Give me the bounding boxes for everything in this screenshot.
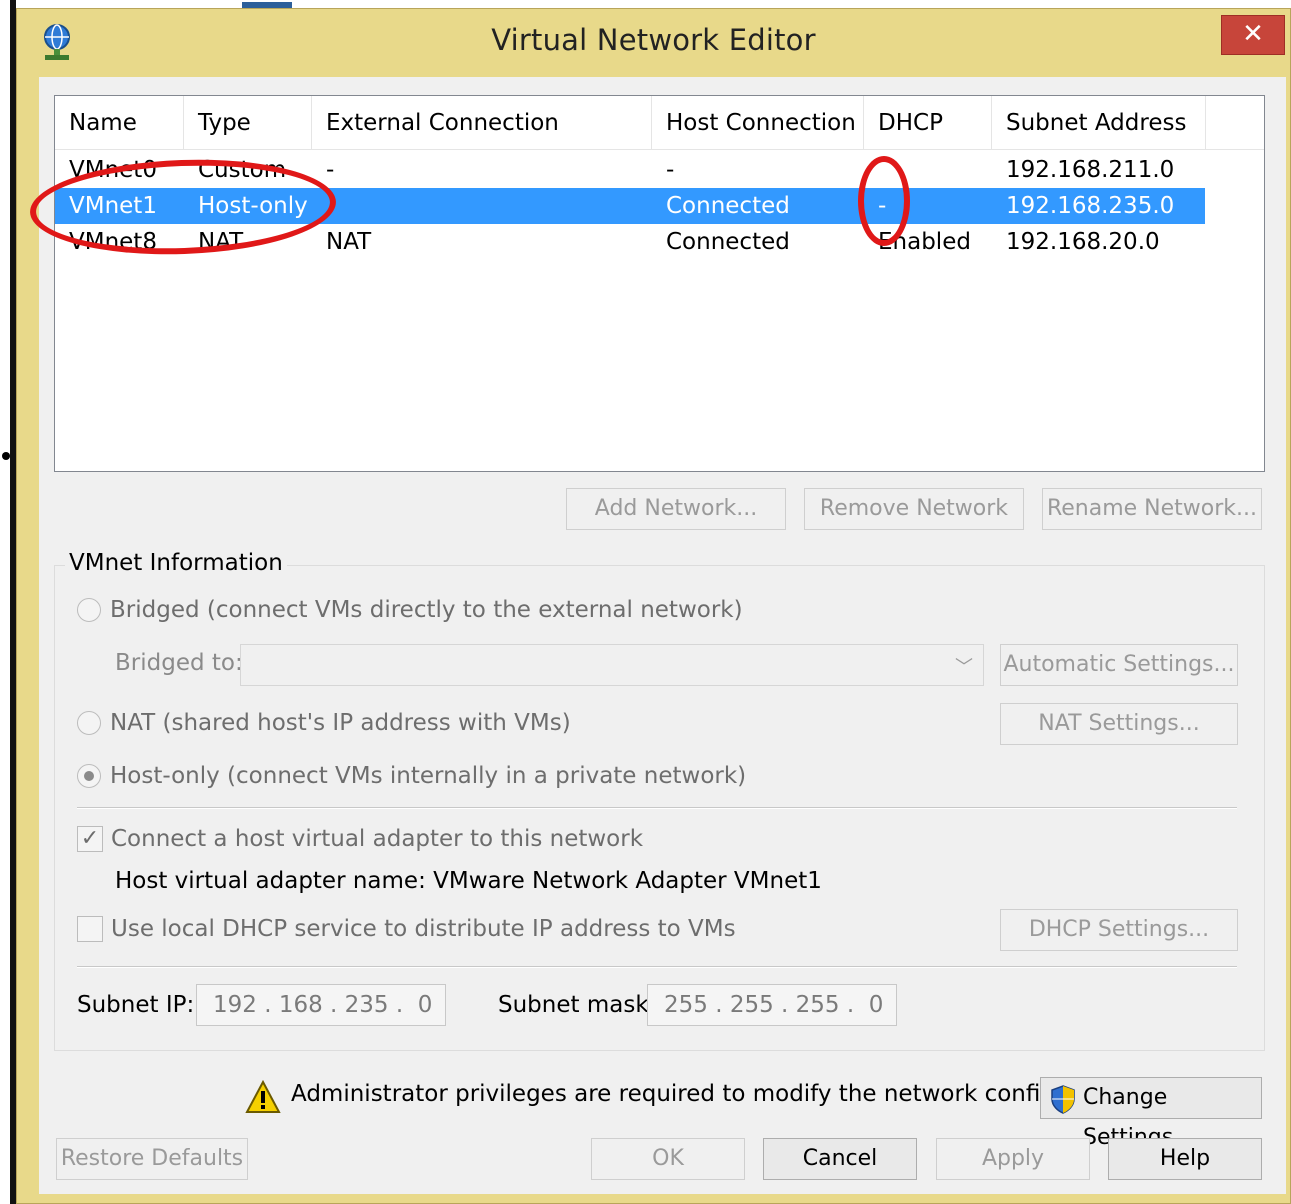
column-header-subnet-address[interactable]: Subnet Address (992, 96, 1206, 150)
separator (77, 807, 1237, 809)
dhcp-settings-button[interactable]: DHCP Settings... (1000, 909, 1238, 951)
cell-subnet: 192.168.211.0 (1006, 157, 1175, 183)
host-adapter-name: Host virtual adapter name: VMware Networ… (115, 868, 822, 894)
separator (77, 966, 1237, 968)
bridged-radio[interactable]: Bridged (connect VMs directly to the ext… (77, 593, 777, 627)
cell-name: VMnet1 (69, 193, 157, 219)
cell-dhcp: Enabled (878, 229, 971, 255)
host-only-radio-label: Host-only (connect VMs internally in a p… (110, 763, 747, 789)
help-button[interactable]: Help (1108, 1138, 1262, 1180)
cell-type: Host-only (198, 193, 308, 219)
bridged-to-dropdown[interactable]: ﹀ (240, 644, 984, 686)
change-settings-button[interactable]: Change Settings (1040, 1077, 1262, 1150)
warning-icon (245, 1080, 281, 1113)
use-dhcp-checkbox[interactable]: Use local DHCP service to distribute IP … (77, 912, 777, 946)
network-list-header: Name Type External Connection Host Conne… (55, 96, 1264, 150)
cell-external: NAT (326, 229, 372, 255)
automatic-settings-button[interactable]: Automatic Settings... (1000, 644, 1238, 686)
cancel-button[interactable]: Cancel (763, 1138, 917, 1180)
cell-type: Custom (198, 157, 287, 183)
titlebar[interactable]: Virtual Network Editor ✕ (17, 9, 1290, 73)
rename-network-button[interactable]: Rename Network... (1042, 488, 1262, 530)
dialog-client-area: Name Type External Connection Host Conne… (39, 77, 1286, 1194)
column-header-host-connection[interactable]: Host Connection (652, 96, 864, 150)
bridged-to-label: Bridged to: (115, 650, 243, 676)
chevron-down-icon: ﹀ (955, 657, 973, 678)
cell-name: VMnet0 (69, 157, 157, 183)
nat-settings-button[interactable]: NAT Settings... (1000, 703, 1238, 745)
vmnet-information-group: VMnet Information Bridged (connect VMs d… (54, 550, 1265, 1051)
bridged-radio-circle[interactable] (77, 598, 101, 622)
background-dot (2, 452, 10, 460)
cell-name: VMnet8 (69, 229, 157, 255)
cell-host: - (666, 157, 675, 183)
close-icon: ✕ (1242, 19, 1264, 49)
cell-host: Connected (666, 229, 790, 255)
cell-type: NAT (198, 229, 244, 255)
cell-host: Connected (666, 193, 790, 219)
cell-subnet: 192.168.235.0 (1006, 193, 1175, 219)
restore-defaults-button[interactable]: Restore Defaults (56, 1138, 248, 1180)
remove-network-button[interactable]: Remove Network (804, 488, 1024, 530)
network-list[interactable]: Name Type External Connection Host Conne… (54, 95, 1265, 472)
table-row-vmnet1[interactable]: VMnet1 Host-only Connected - 192.168.235… (55, 188, 1205, 224)
cell-dhcp (864, 152, 878, 188)
subnet-mask-label: Subnet mask: (498, 992, 657, 1018)
shield-icon (1051, 1085, 1075, 1114)
background-window-edge (0, 0, 16, 1204)
vmnet-information-legend: VMnet Information (65, 550, 287, 576)
subnet-ip-input[interactable]: 192 . 168 . 235 . 0 (196, 984, 446, 1026)
apply-button[interactable]: Apply (936, 1138, 1090, 1180)
column-header-dhcp[interactable]: DHCP (864, 96, 992, 150)
column-header-name[interactable]: Name (55, 96, 184, 150)
background-top-edge (16, 0, 1291, 8)
table-row-vmnet0[interactable]: VMnet0 Custom - - 192.168.211.0 (55, 152, 1205, 188)
connect-adapter-check[interactable]: ✓ (77, 826, 103, 852)
column-header-external-connection[interactable]: External Connection (312, 96, 652, 150)
cell-subnet: 192.168.20.0 (1006, 229, 1160, 255)
subnet-mask-input[interactable]: 255 . 255 . 255 . 0 (647, 984, 897, 1026)
window-title: Virtual Network Editor (491, 23, 816, 57)
host-only-radio[interactable]: Host-only (connect VMs internally in a p… (77, 759, 777, 793)
connect-adapter-label: Connect a host virtual adapter to this n… (111, 826, 644, 852)
column-header-type[interactable]: Type (184, 96, 312, 150)
connect-adapter-checkbox[interactable]: ✓ Connect a host virtual adapter to this… (77, 822, 777, 856)
nat-radio-label: NAT (shared host's IP address with VMs) (110, 710, 571, 736)
admin-warning-text: Administrator privileges are required to… (291, 1081, 1145, 1107)
cell-external (312, 188, 326, 224)
cell-dhcp: - (878, 193, 887, 219)
host-only-radio-circle[interactable] (77, 764, 101, 788)
ok-button[interactable]: OK (591, 1138, 745, 1180)
bridged-radio-label: Bridged (connect VMs directly to the ext… (110, 597, 743, 623)
nat-radio-circle[interactable] (77, 711, 101, 735)
subnet-ip-label: Subnet IP: (77, 992, 195, 1018)
close-button[interactable]: ✕ (1221, 15, 1285, 55)
virtual-network-editor-window: Virtual Network Editor ✕ Name Type Exter… (16, 8, 1291, 1204)
cell-external: - (326, 157, 335, 183)
use-dhcp-check[interactable] (77, 916, 103, 942)
use-dhcp-label: Use local DHCP service to distribute IP … (111, 916, 736, 942)
table-row-vmnet8[interactable]: VMnet8 NAT NAT Connected Enabled 192.168… (55, 224, 1205, 260)
nat-radio[interactable]: NAT (shared host's IP address with VMs) (77, 706, 777, 740)
add-network-button[interactable]: Add Network... (566, 488, 786, 530)
